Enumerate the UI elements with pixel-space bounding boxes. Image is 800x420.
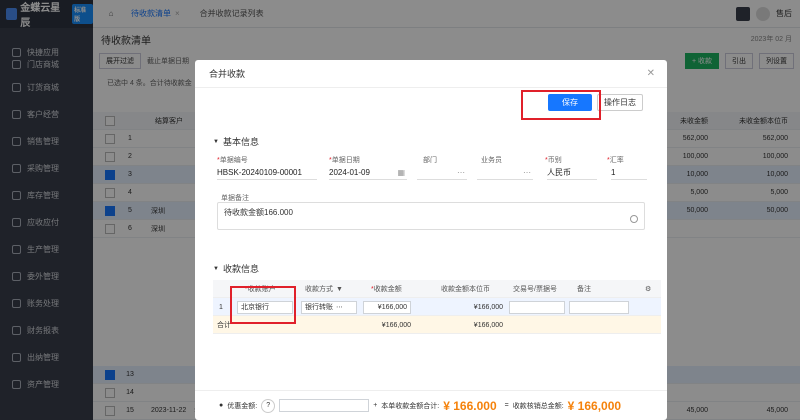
collapse-icon: ▼ xyxy=(213,138,219,145)
more-icon[interactable]: ⋯ xyxy=(523,168,531,177)
doc-date-label: *单据日期 xyxy=(329,157,360,164)
calendar-icon[interactable]: ▦ xyxy=(397,168,405,177)
dept-label: 部门 xyxy=(423,157,437,164)
staff-label: 业务员 xyxy=(481,157,502,164)
amount-input[interactable]: ¥166,000 xyxy=(363,300,411,314)
trade-no-input[interactable] xyxy=(509,300,565,314)
merge-receipt-dialog: 合并收款 ✕ 保存 操作日志 ▼ 基本信息 *单据编号 HBSK-20240109… xyxy=(195,60,667,420)
doc-no-field[interactable]: HBSK-20240109-00001 xyxy=(217,166,317,180)
remark-field[interactable]: 待收款金额166.000 xyxy=(217,202,645,230)
dialog-footer: ● 优惠金额: ? + 本单收款金额合计: ¥ 166.000 = 收款核销总金… xyxy=(195,390,667,420)
receipt-info-section[interactable]: ▼ 收款信息 xyxy=(213,262,259,275)
dialog-title: 合并收款 xyxy=(209,69,246,79)
operation-log-button[interactable]: 操作日志 xyxy=(597,94,643,111)
amount-base: ¥166,000 xyxy=(473,303,503,311)
rate-label: *汇率 xyxy=(607,157,624,164)
help-icon[interactable]: ? xyxy=(261,398,276,413)
more-icon[interactable]: ⋯ xyxy=(336,303,343,311)
doc-date-field[interactable]: 2024-01-09 ▦ xyxy=(329,166,407,180)
write-off-total-value: ¥ 166,000 xyxy=(567,398,622,413)
basic-info-section[interactable]: ▼ 基本信息 xyxy=(213,135,259,148)
highlight-box xyxy=(521,90,601,120)
dept-field[interactable]: ⋯ xyxy=(417,166,467,180)
currency-label: *币别 xyxy=(545,157,562,164)
more-icon[interactable]: ⋯ xyxy=(457,168,465,177)
rate-field[interactable]: 1 xyxy=(611,166,647,180)
this-total-value: ¥ 166.000 xyxy=(443,398,497,413)
staff-field[interactable]: ⋯ xyxy=(477,166,533,180)
doc-no-label: *单据编号 xyxy=(217,157,248,164)
discount-label: 优惠金额: xyxy=(227,402,258,410)
filter-icon[interactable]: ▼ xyxy=(336,286,343,293)
discount-icon: ● xyxy=(219,402,224,409)
highlight-box xyxy=(230,286,296,324)
currency-field[interactable]: 人民币 xyxy=(547,166,597,180)
collapse-icon: ▼ xyxy=(213,265,219,272)
clock-icon[interactable] xyxy=(630,215,638,223)
method-input[interactable]: 银行转账 ⋯ xyxy=(301,300,357,314)
settings-icon[interactable]: ⚙ xyxy=(645,280,651,298)
note-input[interactable] xyxy=(569,300,629,314)
discount-input[interactable] xyxy=(279,399,370,412)
close-icon[interactable]: ✕ xyxy=(647,68,655,79)
